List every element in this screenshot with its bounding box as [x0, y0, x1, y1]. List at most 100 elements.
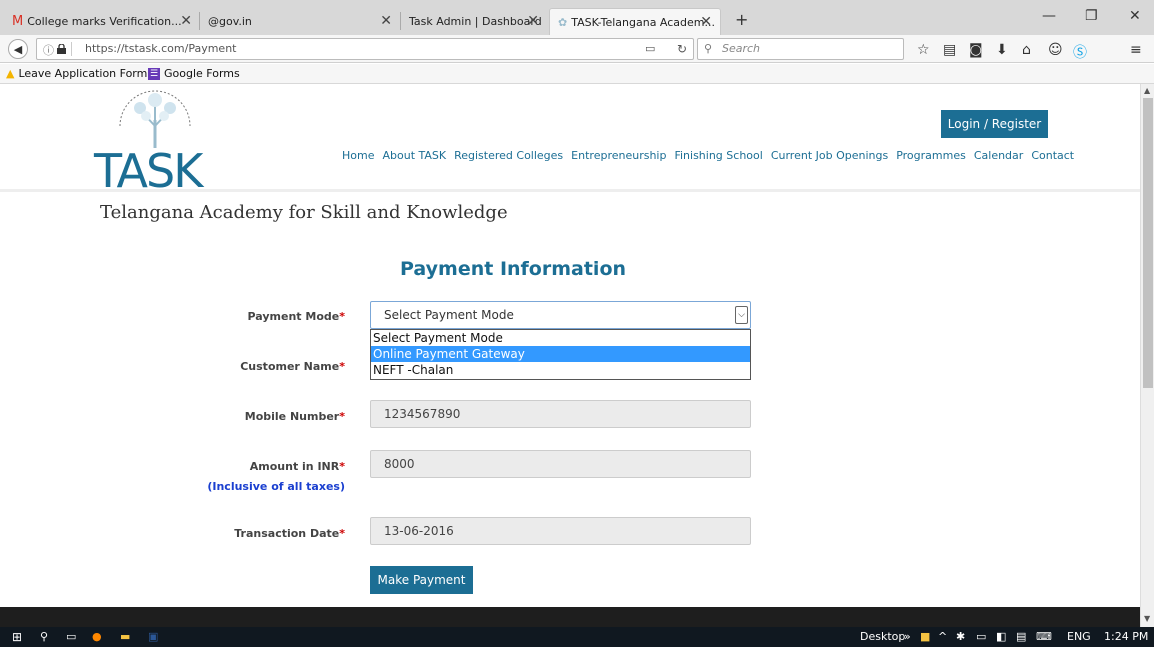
pocket-icon[interactable]: ◙ — [969, 42, 983, 58]
scroll-down-icon[interactable]: ▼ — [1144, 614, 1150, 623]
required-mark: * — [339, 410, 345, 423]
select-value: Select Payment Mode — [384, 308, 514, 322]
tab-task-telangana[interactable]: ✿ TASK-Telangana Academ... ✕ — [549, 8, 721, 35]
site-nav: Home About TASK Registered Colleges Entr… — [342, 149, 1074, 162]
restore-button[interactable]: ❐ — [1085, 8, 1098, 24]
label-text: Mobile Number — [244, 410, 340, 423]
form-title: Payment Information — [400, 258, 627, 280]
tab-task-admin[interactable]: Task Admin | Dashboard ✕ — [401, 8, 547, 35]
transaction-date-field[interactable]: 13-06-2016 — [370, 517, 751, 545]
new-tab-button[interactable]: + — [735, 10, 748, 29]
reload-icon[interactable]: ↻ — [677, 42, 687, 56]
desktop-toolbar[interactable]: Desktop — [860, 630, 905, 643]
clock[interactable]: 1:24 PM — [1104, 630, 1148, 643]
close-icon[interactable]: ✕ — [527, 13, 539, 29]
nav-bar: ◀ ⓘ https://tstask.com/Payment ▭ ↻ ⚲ Sea… — [0, 35, 1154, 63]
customer-name-label: Customer Name* — [190, 360, 345, 373]
page-scrollbar[interactable]: ▲ ▼ — [1140, 84, 1154, 627]
app-tray-icon[interactable]: ■ — [920, 630, 930, 643]
chevron-down-icon[interactable]: ⌵ — [735, 306, 748, 324]
scroll-up-icon[interactable]: ▲ — [1144, 86, 1150, 95]
field-value: 13-06-2016 — [384, 524, 454, 538]
nav-programmes[interactable]: Programmes — [896, 149, 966, 162]
search-icon[interactable]: ⚲ — [40, 630, 48, 643]
notification-icon[interactable]: ▤ — [1016, 630, 1026, 643]
nav-current-job-openings[interactable]: Current Job Openings — [771, 149, 888, 162]
gmail-icon: M — [12, 14, 24, 29]
close-icon[interactable]: ✕ — [380, 13, 392, 29]
required-mark: * — [339, 310, 345, 323]
url-separator — [71, 42, 72, 56]
nav-calendar[interactable]: Calendar — [974, 149, 1023, 162]
tab-gov[interactable]: @gov.in ✕ — [200, 8, 400, 35]
scroll-thumb[interactable] — [1143, 98, 1153, 388]
firefox-icon[interactable]: ● — [92, 630, 102, 643]
amount-field[interactable]: 8000 — [370, 450, 751, 478]
nav-home[interactable]: Home — [342, 149, 374, 162]
page-content: TASK Login / Register Home About TASK Re… — [0, 84, 1140, 607]
network-icon[interactable]: ✱ — [956, 630, 965, 643]
page-footer — [0, 607, 1140, 627]
info-icon[interactable]: ⓘ — [43, 42, 54, 58]
task-logo[interactable]: TASK — [94, 144, 203, 198]
search-input[interactable]: ⚲ Search — [697, 38, 904, 60]
bookmark-star-icon[interactable]: ☆ — [917, 42, 930, 58]
label-text: Payment Mode — [247, 310, 340, 323]
window-close-button[interactable]: ✕ — [1129, 8, 1141, 24]
minimize-button[interactable]: — — [1042, 8, 1056, 24]
site-header: TASK Login / Register Home About TASK Re… — [0, 84, 1140, 198]
bookmark-google-forms[interactable]: ☰ Google Forms — [148, 67, 240, 80]
close-icon[interactable]: ✕ — [180, 13, 192, 29]
label-text: Amount in INR — [249, 460, 340, 473]
tab-label: @gov.in — [208, 15, 252, 28]
url-text[interactable]: https://tstask.com/Payment — [85, 42, 236, 55]
bookmark-leave-form[interactable]: ▲ Leave Application Form — [6, 67, 147, 80]
payment-mode-label: Payment Mode* — [190, 310, 345, 323]
chevron-up-icon[interactable]: ^ — [938, 630, 947, 643]
close-icon[interactable]: ✕ — [700, 14, 712, 30]
task-view-icon[interactable]: ▭ — [66, 630, 76, 643]
payment-mode-select[interactable]: Select Payment Mode ⌵ — [370, 301, 751, 329]
bookmarks-bar: ▲ Leave Application Form ☰ Google Forms — [0, 64, 1154, 84]
url-bar[interactable]: ⓘ https://tstask.com/Payment ▭ ↻ — [36, 38, 694, 60]
file-explorer-icon[interactable]: ▬ — [120, 630, 130, 643]
mobile-number-field[interactable]: 1234567890 — [370, 400, 751, 428]
tab-label: TASK-Telangana Academ... — [571, 15, 716, 29]
option-select-payment-mode[interactable]: Select Payment Mode — [371, 330, 750, 346]
language-indicator[interactable]: ENG — [1067, 630, 1091, 643]
field-value: 1234567890 — [384, 407, 461, 421]
windows-start-icon[interactable]: ⊞ — [12, 630, 22, 644]
make-payment-button[interactable]: Make Payment — [370, 566, 473, 594]
nav-registered-colleges[interactable]: Registered Colleges — [454, 149, 563, 162]
back-button[interactable]: ◀ — [8, 39, 28, 59]
keyboard-icon[interactable]: ⌨ — [1036, 630, 1052, 643]
reading-list-icon[interactable]: ▤ — [943, 42, 956, 58]
volume-icon[interactable]: ◧ — [996, 630, 1006, 643]
option-neft-chalan[interactable]: NEFT -Chalan — [371, 362, 750, 378]
nav-about-task[interactable]: About TASK — [382, 149, 446, 162]
battery-icon[interactable]: ▭ — [976, 630, 986, 643]
bookmark-label: Google Forms — [164, 67, 240, 80]
windows-taskbar: ⊞ ⚲ ▭ ● ▬ ▣ Desktop » ■ ^ ✱ ▭ ◧ ▤ ⌨ ENG … — [0, 627, 1154, 647]
nav-entrepreneurship[interactable]: Entrepreneurship — [571, 149, 666, 162]
required-mark: * — [339, 460, 345, 473]
drive-icon: ▲ — [6, 67, 15, 80]
tab-college-marks[interactable]: M College marks Verification... ✕ — [4, 8, 200, 35]
tab-label: College marks Verification... — [27, 15, 182, 28]
chevron-right-icon[interactable]: » — [904, 630, 911, 643]
label-text: Transaction Date — [234, 527, 340, 540]
menu-icon[interactable]: ≡ — [1130, 42, 1142, 58]
arrow-left-icon: ◀ — [13, 42, 23, 56]
nav-contact[interactable]: Contact — [1031, 149, 1074, 162]
home-icon[interactable]: ⌂ — [1022, 42, 1031, 58]
search-placeholder: Search — [722, 42, 761, 55]
option-online-payment-gateway[interactable]: Online Payment Gateway — [371, 346, 750, 362]
nav-finishing-school[interactable]: Finishing School — [674, 149, 762, 162]
reader-view-icon[interactable]: ▭ — [645, 42, 655, 55]
word-icon[interactable]: ▣ — [148, 630, 158, 643]
download-icon[interactable]: ⬇ — [996, 42, 1008, 58]
chat-icon[interactable]: ☺ — [1048, 42, 1063, 58]
login-register-button[interactable]: Login / Register — [941, 110, 1048, 138]
skype-icon[interactable]: Ⓢ — [1073, 42, 1087, 62]
academy-name: Telangana Academy for Skill and Knowledg… — [100, 202, 508, 223]
